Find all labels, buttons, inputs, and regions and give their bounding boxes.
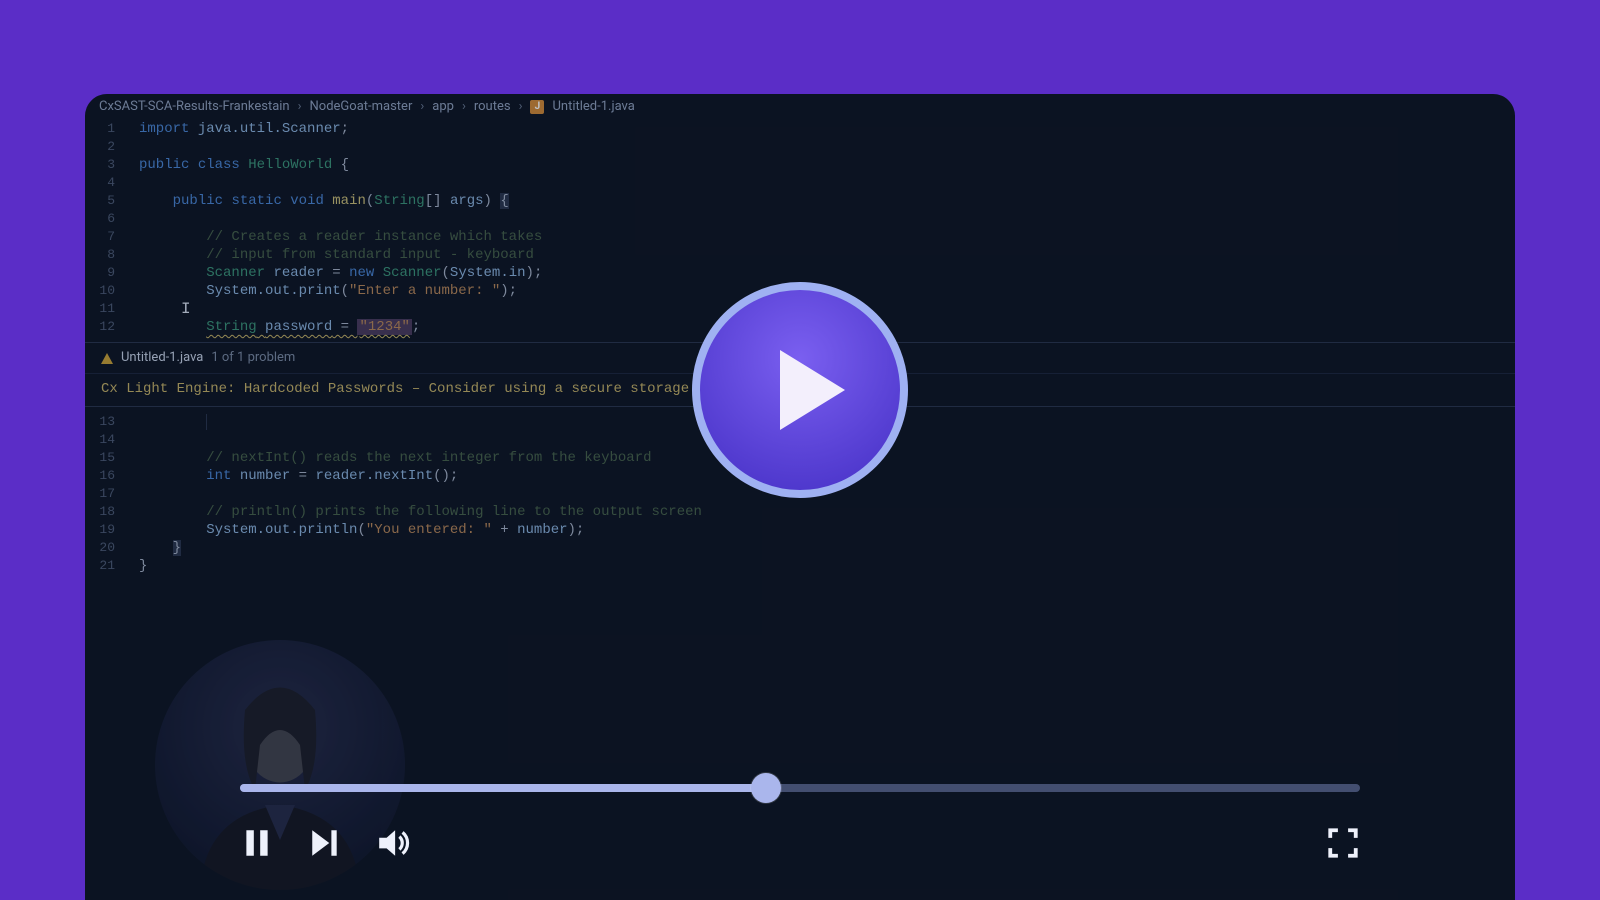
comment: // println() prints the following line t… [206,504,702,520]
pause-button[interactable] [240,826,274,860]
chevron-right-icon: › [420,98,424,116]
fullscreen-button[interactable] [1326,826,1360,860]
progress-thumb[interactable] [751,773,781,803]
string: "1234" [357,319,411,335]
string: "Enter a number: " [349,283,500,299]
line-number: 20 [85,539,129,557]
line-number: 6 [85,210,129,228]
breadcrumb-part: routes [474,98,511,116]
line-number: 10 [85,282,129,300]
line-number: 5 [85,192,129,210]
line-number: 1 [85,120,129,138]
progress-bar[interactable] [240,784,1360,792]
keyword: public [173,193,223,209]
next-button[interactable] [308,826,342,860]
line-number: 13 [85,413,129,431]
type: String [206,319,256,335]
line-number: 3 [85,156,129,174]
line-number: 7 [85,228,129,246]
keyword: void [290,193,324,209]
chevron-right-icon: › [298,98,302,116]
problems-file: Untitled-1.java [121,349,203,367]
class-name: HelloWorld [248,157,332,173]
comment: // nextInt() reads the next integer from… [206,450,651,466]
line-number: 9 [85,264,129,282]
keyword: new [349,265,374,281]
line-number: 19 [85,521,129,539]
warning-icon [101,353,113,364]
type: String [374,193,424,209]
breadcrumb-part: NodeGoat-master [310,98,413,116]
progress-fill [240,784,766,792]
keyword: import [139,121,189,137]
string: "You entered: " [366,522,492,538]
line-number: 15 [85,449,129,467]
type: Scanner [383,265,442,281]
line-number: 14 [85,431,129,449]
breadcrumb-file: Untitled-1.java [552,98,634,116]
keyword: class [198,157,240,173]
line-number: 4 [85,174,129,192]
keyword: int [206,468,231,484]
line-number: 2 [85,138,129,156]
keyword: public [139,157,189,173]
identifier: password [265,319,332,335]
volume-button[interactable] [376,826,410,860]
breadcrumb-part: app [432,98,454,116]
identifier: System.out.print [206,283,340,299]
identifier: java.util.Scanner [198,121,341,137]
text-cursor-icon: I [129,300,191,318]
line-number: 8 [85,246,129,264]
keyword: static [231,193,281,209]
identifier: reader.nextInt [315,468,433,484]
comment: // input from standard input - keyboard [206,247,534,263]
identifier: number [240,468,290,484]
problems-count: 1 of 1 problem [211,349,295,367]
java-file-icon: J [530,100,544,114]
line-number: 11 [85,300,129,318]
comment: // Creates a reader instance which takes [206,229,542,245]
line-number: 16 [85,467,129,485]
line-number: 12 [85,318,129,336]
breadcrumb-part: CxSAST-SCA-Results-Frankestain [99,98,290,116]
chevron-right-icon: › [462,98,466,116]
method: main [332,193,366,209]
operator: + [492,522,517,538]
line-number: 18 [85,503,129,521]
breadcrumb: CxSAST-SCA-Results-Frankestain › NodeGoa… [85,94,1515,120]
identifier: number [517,522,567,538]
type: Scanner [206,265,265,281]
identifier: reader [273,265,323,281]
play-button[interactable] [690,280,910,500]
chevron-right-icon: › [519,98,523,116]
param: args [450,193,484,209]
player-controls [240,784,1360,860]
line-number: 17 [85,485,129,503]
identifier: System.out.println [206,522,357,538]
line-number: 21 [85,557,129,575]
identifier: System.in [450,265,526,281]
